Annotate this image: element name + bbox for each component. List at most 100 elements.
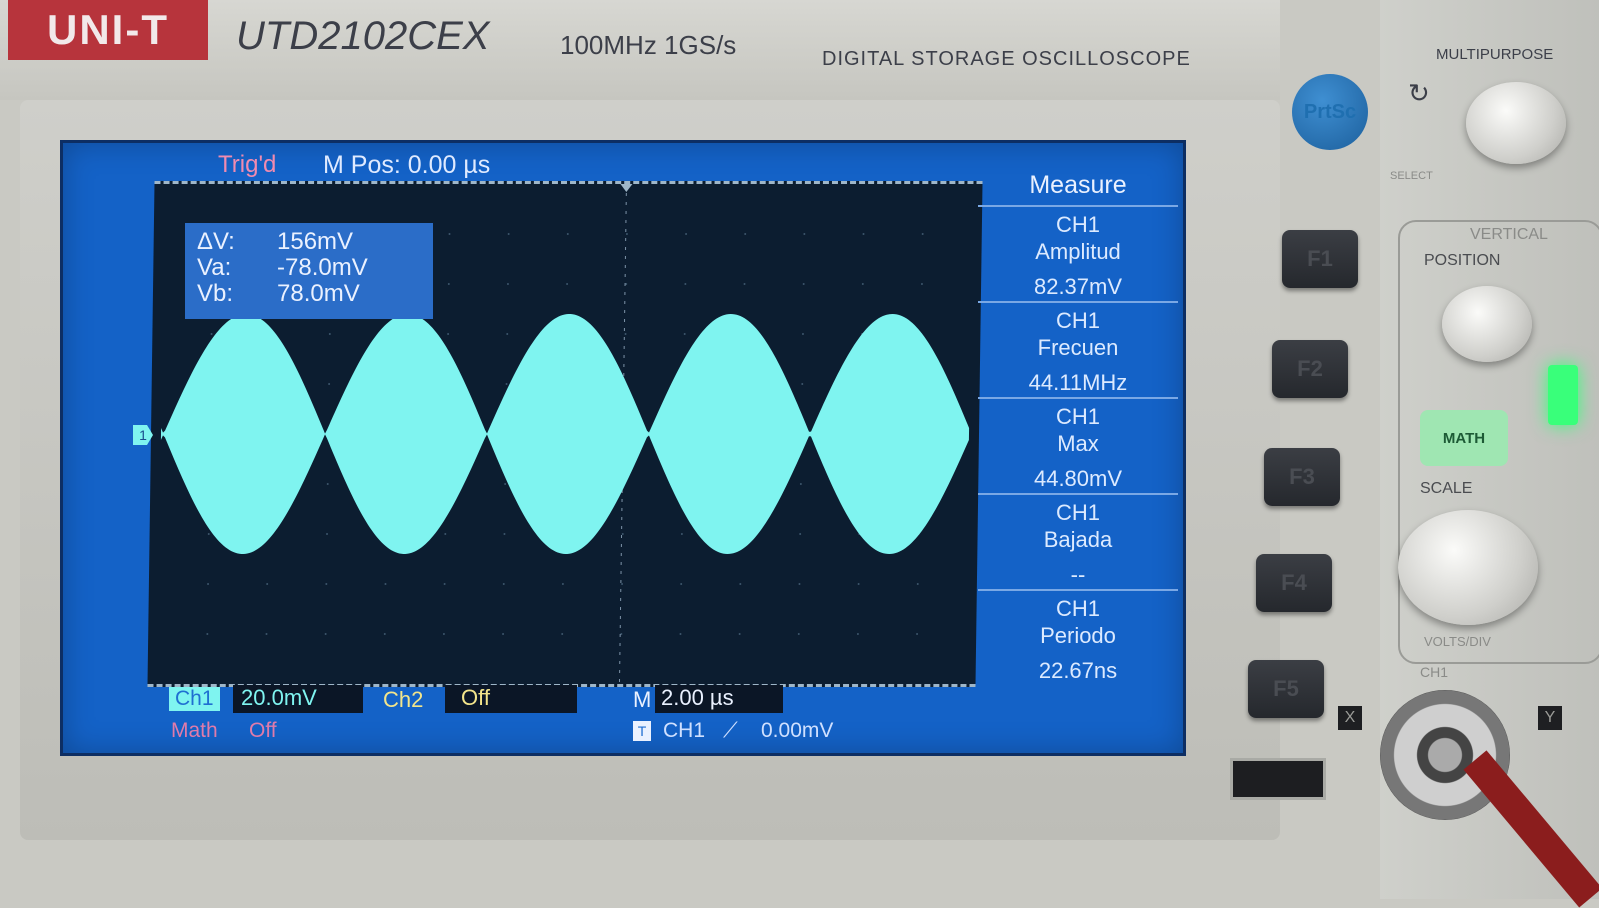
top-bezel: UNI-T UTD2102CEX 100MHz 1GS/s DIGITAL ST… (0, 0, 1280, 100)
ch2-scale: Off (445, 685, 577, 713)
grid-dot (265, 633, 268, 635)
grid-dot (743, 283, 746, 285)
cursor-delta-v: ΔV: 156mV (197, 229, 421, 255)
grid-dot (566, 233, 569, 235)
measure-name: Amplitud (1035, 239, 1121, 264)
grid-dot (447, 283, 450, 285)
f2-button[interactable]: F2 (1272, 340, 1348, 398)
grid-dot (621, 583, 624, 585)
grid-dot (443, 583, 446, 585)
specs-text: 100MHz 1GS/s (560, 30, 737, 60)
grid-dot (384, 583, 387, 585)
grid-dot (861, 283, 864, 285)
ch2-label[interactable]: Ch2 (383, 687, 423, 713)
cursor-va: Va: -78.0mV (197, 255, 421, 281)
grid-dot (621, 533, 624, 535)
math-label[interactable]: Math (171, 719, 218, 743)
grid-dot (684, 283, 687, 285)
grid-dot (328, 333, 331, 335)
f1-button[interactable]: F1 (1282, 230, 1358, 288)
rising-edge-icon: ⟋ (723, 719, 738, 742)
grid-dot (862, 233, 865, 235)
measure-name: Frecuen (1037, 335, 1119, 360)
position-label: POSITION (1424, 252, 1501, 269)
grid-dot (561, 583, 564, 585)
grid-dot (916, 633, 919, 635)
trigger-position-marker (620, 184, 633, 192)
measure-name: Bajada (1043, 527, 1113, 552)
grid-dot (325, 583, 328, 585)
grid-dot (921, 233, 924, 235)
multipurpose-knob[interactable] (1466, 82, 1566, 164)
rotate-icon: ↻ (1408, 78, 1430, 108)
grid-dot (680, 583, 683, 585)
grid-dot (624, 333, 627, 335)
grid-dot (744, 233, 747, 235)
green-indicator-light (1548, 365, 1578, 425)
grid-dot (798, 583, 801, 585)
measure-source: CH1 (1055, 212, 1100, 237)
f3-button[interactable]: F3 (1264, 448, 1340, 506)
f5-button[interactable]: F5 (1248, 660, 1324, 718)
prtsc-button[interactable]: PrtSc (1292, 74, 1368, 150)
grid-dot (802, 283, 805, 285)
grid-dot (856, 633, 859, 635)
measure-value: 82.37mV (1033, 274, 1123, 299)
measure-source: CH1 (1055, 596, 1100, 621)
cursor-value: 156mV (277, 228, 354, 255)
measure-value: -- (1070, 562, 1086, 587)
grid-dot (448, 233, 451, 235)
measure-item-max[interactable]: CH1 Max 44.80mV (978, 399, 1178, 495)
grid-dot (326, 533, 329, 535)
grid-dot (683, 333, 686, 335)
ch1-input-label: CH1 (1420, 664, 1449, 680)
measure-item-frequency[interactable]: CH1 Frecuen 44.11MHz (978, 303, 1178, 399)
cursor-value: -78.0mV (277, 254, 368, 281)
measure-value: 44.80mV (1033, 466, 1123, 491)
grid-dot (506, 333, 509, 335)
vertical-position-knob[interactable] (1442, 286, 1532, 362)
measure-source: CH1 (1055, 308, 1100, 333)
trigger-source: CH1 (663, 719, 706, 742)
trigger-level: 0.00mV (761, 719, 834, 742)
grid-dot (506, 283, 509, 285)
volts-div-knob[interactable] (1398, 510, 1538, 625)
grid-dot (502, 633, 505, 635)
grid-dot (801, 333, 804, 335)
grid-dot (442, 633, 445, 635)
cursor-label: Va: (197, 254, 232, 281)
timebase-label: M (633, 687, 652, 712)
grid-dot (447, 333, 450, 335)
grid-dot (207, 583, 210, 585)
cursor-vb: Vb: 78.0mV (197, 281, 421, 307)
x-label: X (1338, 706, 1362, 730)
measure-name: Max (1057, 431, 1099, 456)
vertical-label: VERTICAL (1470, 226, 1548, 243)
grid-dot (916, 583, 919, 585)
f4-button[interactable]: F4 (1256, 554, 1332, 612)
grid-dot (328, 383, 331, 385)
grid-dot (679, 633, 682, 635)
cursor-readout: ΔV: 156mV Va: -78.0mV Vb: 78.0mV (185, 223, 433, 319)
measure-name: Periodo (1040, 623, 1116, 648)
math-button[interactable]: MATH (1420, 410, 1508, 466)
cursor-value: 78.0mV (277, 280, 360, 307)
ch1-label[interactable]: Ch1 (169, 687, 220, 711)
grid-dot (797, 633, 800, 635)
trigger-icon: T (633, 721, 651, 741)
ch1-scale: 20.0mV (233, 685, 363, 713)
grid-dot (206, 633, 209, 635)
multipurpose-label: MULTIPURPOSE (1436, 46, 1554, 63)
grid-dot (920, 283, 923, 285)
grid-dot (625, 233, 628, 235)
device-description: DIGITAL STORAGE OSCILLOSCOPE (822, 48, 1191, 70)
usb-port[interactable] (1230, 758, 1326, 800)
measure-item-amplitude[interactable]: CH1 Amplitud 82.37mV (978, 207, 1178, 303)
measure-item-fall[interactable]: CH1 Bajada -- (978, 495, 1178, 591)
grid-dot (680, 533, 683, 535)
grid-dot (210, 333, 213, 335)
grid-dot (566, 283, 569, 285)
status-bar: Ch1 20.0mV Ch2 Off M 2.00 µs Math Off T … (63, 683, 1183, 753)
measure-item-period[interactable]: CH1 Periodo 22.67ns (978, 591, 1178, 687)
cursor-label: Vb: (197, 280, 234, 307)
